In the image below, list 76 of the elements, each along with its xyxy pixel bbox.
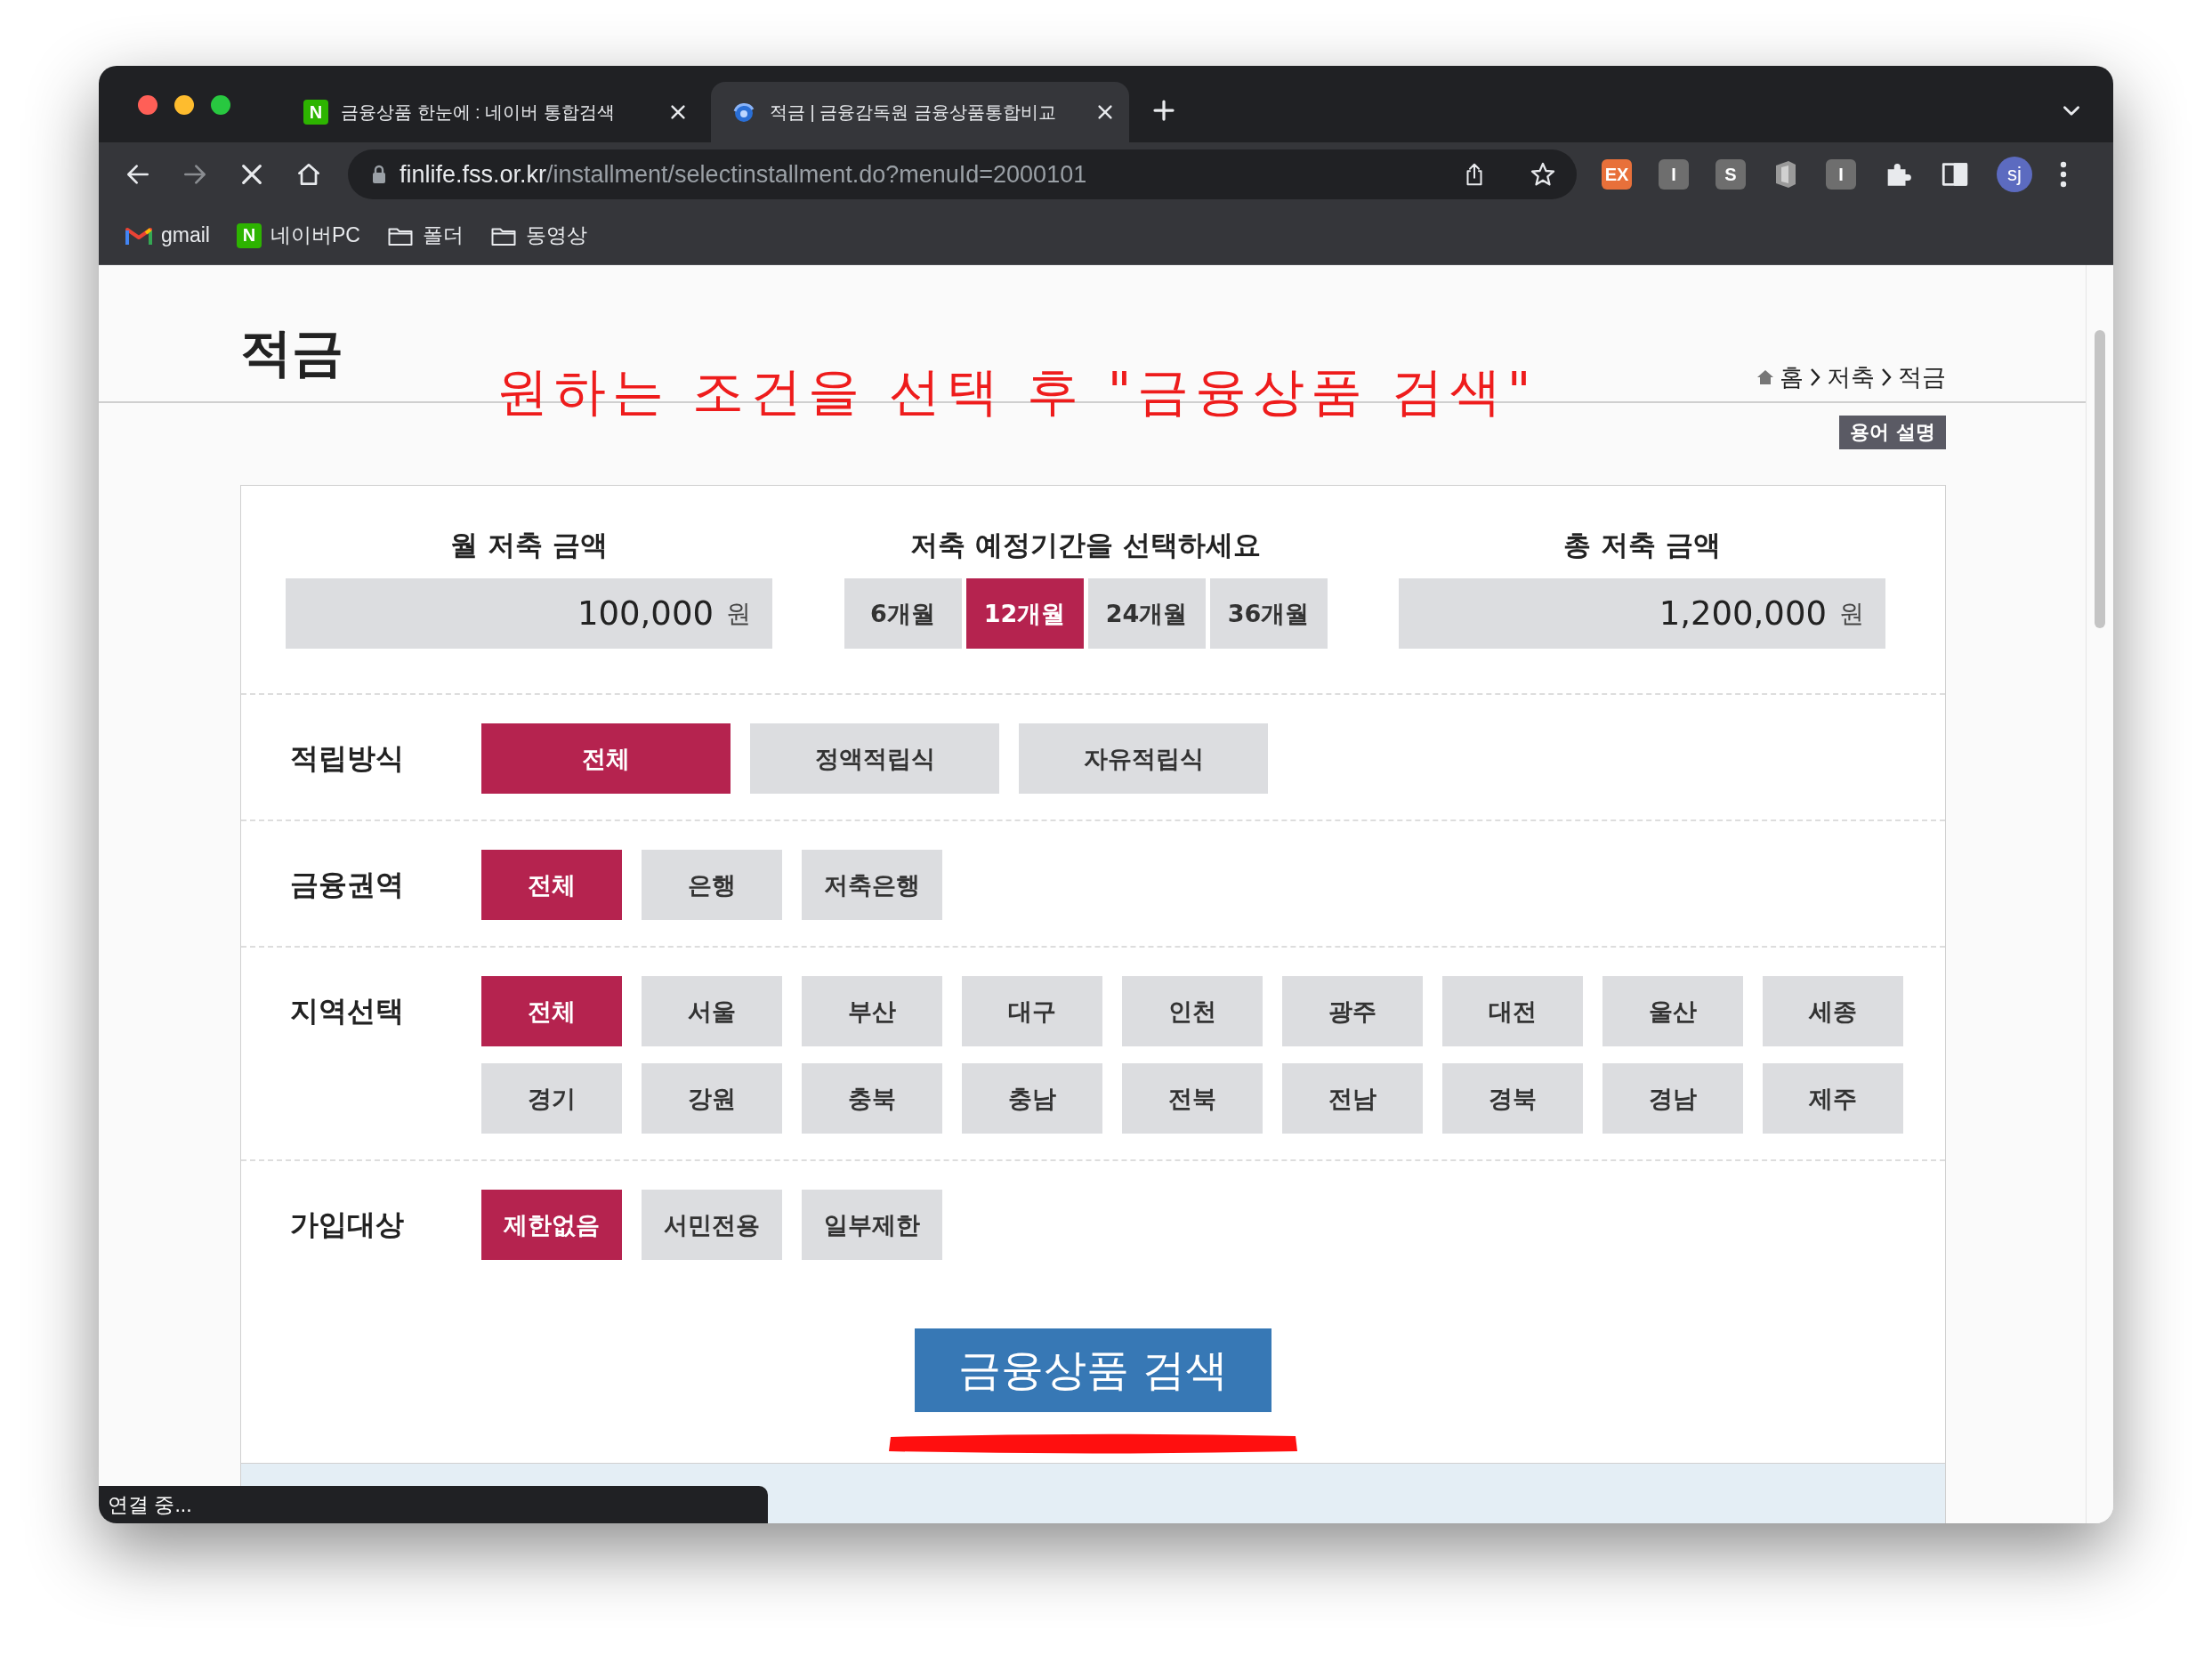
menu-icon[interactable] — [2059, 160, 2068, 189]
close-icon[interactable] — [1095, 102, 1115, 122]
tab-title: 적금 | 금융감독원 금융상품통합비교 — [770, 101, 1057, 124]
option-button[interactable]: 대전 — [1442, 976, 1583, 1046]
extension-icon[interactable]: I — [1826, 159, 1856, 190]
breadcrumb-link[interactable]: 홈 — [1780, 361, 1804, 393]
extension-icon[interactable]: S — [1716, 159, 1746, 190]
option-button[interactable]: 인천 — [1122, 976, 1263, 1046]
favicon: N — [236, 222, 262, 248]
option-button[interactable]: 경북 — [1442, 1063, 1583, 1134]
option-button[interactable]: 정액적립식 — [750, 723, 999, 794]
close-icon[interactable] — [668, 102, 688, 122]
option-button[interactable]: 전체 — [481, 723, 731, 794]
extension-icon[interactable]: I — [1659, 159, 1689, 190]
search-button[interactable]: 금융상품 검색 — [915, 1328, 1271, 1412]
option-button[interactable]: 24개월 — [1087, 578, 1206, 649]
annotation-text: 원하는 조건을 선택 후 "금융상품 검색" — [496, 360, 1538, 424]
option-button[interactable]: 서울 — [642, 976, 782, 1046]
window-control[interactable] — [174, 95, 194, 115]
option-button[interactable]: 은행 — [642, 850, 782, 920]
address-bar[interactable]: finlife.fss.or.kr/installment/selectinstallment.do?menuId=2000101 — [348, 149, 1577, 199]
lock-icon — [371, 165, 387, 184]
option-button[interactable]: 충북 — [802, 1063, 942, 1134]
option-button[interactable]: 충남 — [962, 1063, 1102, 1134]
option-button[interactable]: 대구 — [962, 976, 1102, 1046]
filter-label: 지역선택 — [290, 993, 405, 1029]
profile-avatar[interactable]: sj — [1997, 157, 2032, 192]
option-button[interactable]: 제주 — [1763, 1063, 1903, 1134]
option-button[interactable]: 저축은행 — [802, 850, 942, 920]
star-icon[interactable] — [1529, 160, 1557, 189]
glossary-button[interactable]: 용어 설명 — [1839, 416, 1946, 449]
field-label: 총 저축 금액 — [1563, 528, 1721, 562]
browser-tab[interactable]: 적금 | 금융감독원 금융상품통합비교 — [711, 82, 1129, 142]
option-button[interactable]: 광주 — [1282, 976, 1423, 1046]
option-button[interactable]: 울산 — [1602, 976, 1743, 1046]
option-button[interactable]: 6개월 — [844, 578, 962, 649]
option-button[interactable]: 경기 — [481, 1063, 622, 1134]
scrollbar[interactable] — [2095, 330, 2105, 628]
breadcrumb-link[interactable]: 적금 — [1898, 361, 1946, 393]
option-button[interactable]: 전체 — [481, 976, 622, 1046]
option-button[interactable]: 경남 — [1602, 1063, 1743, 1134]
browser-tab[interactable]: N 금융상품 한눈에 : 네이버 통합검색 — [284, 82, 702, 142]
favicon: N — [303, 100, 328, 125]
bookmark[interactable]: N 네이버PC — [236, 222, 360, 249]
tab-title: 금융상품 한눈에 : 네이버 통합검색 — [341, 101, 616, 124]
option-button[interactable]: 전북 — [1122, 1063, 1263, 1134]
amount-field: 1,200,000 원 — [1399, 578, 1885, 649]
option-button[interactable]: 36개월 — [1209, 578, 1328, 649]
status-bubble: 연결 중... — [99, 1486, 768, 1523]
bookmark[interactable]: gmail — [125, 223, 210, 247]
filter-label: 적립방식 — [290, 740, 405, 777]
chevron-icon — [1809, 367, 1821, 388]
option-button[interactable]: 세종 — [1763, 976, 1903, 1046]
page-title: 적금 — [240, 321, 343, 384]
option-button[interactable]: 일부제한 — [802, 1190, 942, 1260]
bookmark[interactable]: 폴더 — [386, 222, 464, 249]
window-control[interactable] — [211, 95, 230, 115]
field-label: 저축 예정기간을 선택하세요 — [910, 528, 1261, 562]
window-control[interactable] — [138, 95, 157, 115]
option-button[interactable]: 제한없음 — [481, 1190, 622, 1260]
option-button[interactable]: 전남 — [1282, 1063, 1423, 1134]
filter-label: 금융권역 — [290, 867, 405, 903]
option-button[interactable]: 전체 — [481, 850, 622, 920]
option-button[interactable]: 부산 — [802, 976, 942, 1046]
filter-label: 가입대상 — [290, 1207, 405, 1243]
option-button[interactable]: 서민전용 — [642, 1190, 782, 1260]
bookmark[interactable]: 동영상 — [489, 222, 587, 249]
chevron-icon — [1880, 367, 1893, 388]
amount-field[interactable]: 100,000 원 — [286, 578, 772, 649]
field-label: 월 저축 금액 — [450, 528, 608, 562]
option-button[interactable]: 자유적립식 — [1019, 723, 1268, 794]
option-button[interactable]: 12개월 — [965, 578, 1084, 649]
breadcrumb-link[interactable]: 저축 — [1827, 361, 1875, 393]
home-icon — [1756, 369, 1774, 385]
url-text: finlife.fss.or.kr/installment/selectinstallment.do?menuId=2000101 — [400, 160, 1087, 189]
option-button[interactable]: 강원 — [642, 1063, 782, 1134]
